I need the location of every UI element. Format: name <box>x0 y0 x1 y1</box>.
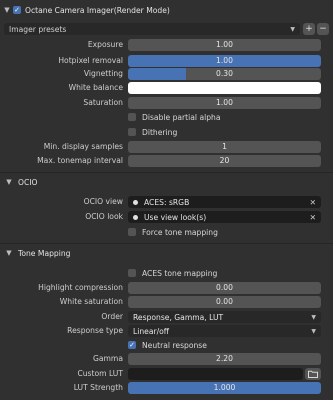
exposure-label: Exposure <box>87 40 123 49</box>
white-balance-swatch[interactable] <box>128 82 321 94</box>
ocio-look-value: Use view look(s) <box>144 212 207 222</box>
chevron-down-icon[interactable]: ▼ <box>2 6 12 14</box>
aces-tone-mapping-row[interactable]: ACES tone mapping <box>128 267 217 279</box>
saturation-label: Saturation <box>83 98 123 107</box>
clear-icon[interactable]: ✕ <box>310 213 316 222</box>
lut-strength-label: LUT Strength <box>73 383 123 392</box>
add-preset-button[interactable]: + <box>303 23 315 35</box>
divider <box>0 243 333 244</box>
white-saturation-field[interactable]: 0.00 <box>128 296 321 308</box>
ocio-view-value: ACES: sRGB <box>144 197 190 207</box>
panel-enable-checkbox[interactable]: ✓ <box>13 6 21 14</box>
exposure-field[interactable]: 1.00 <box>128 39 321 51</box>
disable-partial-alpha-checkbox[interactable] <box>128 113 136 121</box>
ocio-look-field[interactable]: Use view look(s) ✕ <box>128 211 321 223</box>
neutral-response-label: Neutral response <box>142 340 207 350</box>
ocio-title: OCIO <box>18 177 38 187</box>
dropdown-arrow-icon: ▼ <box>311 313 316 321</box>
highlight-compression-label: Highlight compression <box>38 283 123 292</box>
ocio-look-icon <box>133 214 138 220</box>
dropdown-arrow-icon: ▼ <box>311 327 316 335</box>
aces-tone-mapping-label: ACES tone mapping <box>142 268 218 278</box>
ocio-look-label: OCIO look <box>85 212 123 221</box>
neutral-response-checkbox[interactable]: ✓ <box>128 341 136 349</box>
dithering-label: Dithering <box>142 127 178 137</box>
min-display-samples-label: Min. display samples <box>43 142 123 151</box>
order-value: Response, Gamma, LUT <box>133 312 224 322</box>
gamma-field[interactable]: 2.20 <box>128 353 321 365</box>
disable-partial-alpha-label: Disable partial alpha <box>142 112 221 122</box>
gamma-label: Gamma <box>93 354 123 363</box>
force-tone-mapping-label: Force tone mapping <box>142 227 218 237</box>
order-dropdown[interactable]: Response, Gamma, LUT ▼ <box>128 311 321 323</box>
clear-icon[interactable]: ✕ <box>310 198 316 207</box>
ocio-view-label: OCIO view <box>83 197 123 206</box>
folder-icon[interactable] <box>305 368 321 380</box>
custom-lut-label: Custom LUT <box>77 369 123 378</box>
tone-mapping-section-header[interactable]: ▼ Tone Mapping <box>0 245 333 261</box>
remove-preset-button[interactable]: − <box>317 23 329 35</box>
divider <box>0 172 333 173</box>
vignetting-label: Vignetting <box>83 69 123 78</box>
dithering-row[interactable]: Dithering <box>128 126 177 138</box>
vignetting-fill <box>128 68 186 80</box>
panel-header[interactable]: ▼ ✓ Octane Camera Imager(Render Mode) <box>0 2 333 18</box>
ocio-view-icon <box>133 199 138 205</box>
response-type-label: Response type <box>67 326 123 335</box>
aces-tone-mapping-checkbox[interactable] <box>128 269 136 277</box>
white-balance-label: White balance <box>68 83 123 92</box>
force-tone-mapping-checkbox[interactable] <box>128 228 136 236</box>
max-tonemap-interval-label: Max. tonemap interval <box>37 156 123 165</box>
highlight-compression-field[interactable]: 0.00 <box>128 282 321 294</box>
panel-title: Octane Camera Imager(Render Mode) <box>25 5 170 15</box>
order-label: Order <box>101 312 123 321</box>
saturation-field[interactable]: 1.00 <box>128 97 321 109</box>
ocio-view-field[interactable]: ACES: sRGB ✕ <box>128 196 321 208</box>
imager-presets-label: Imager presets <box>9 24 67 34</box>
lut-strength-slider[interactable]: 1.000 <box>128 382 321 394</box>
response-type-dropdown[interactable]: Linear/off ▼ <box>128 325 321 337</box>
max-tonemap-interval-field[interactable]: 20 <box>128 155 321 167</box>
tone-mapping-title: Tone Mapping <box>18 248 71 258</box>
disable-partial-alpha-row[interactable]: Disable partial alpha <box>128 111 221 123</box>
chevron-down-icon[interactable]: ▼ <box>4 178 14 186</box>
dropdown-arrow-icon: ▼ <box>290 25 295 33</box>
chevron-down-icon[interactable]: ▼ <box>4 249 14 257</box>
response-type-value: Linear/off <box>133 326 170 336</box>
dithering-checkbox[interactable] <box>128 128 136 136</box>
imager-presets-dropdown[interactable]: Imager presets ▼ <box>4 23 300 35</box>
checkmark-icon: ✓ <box>129 341 135 349</box>
hotpixel-label: Hotpixel removal <box>58 56 123 65</box>
hotpixel-slider[interactable]: 1.00 <box>128 55 321 67</box>
white-saturation-label: White saturation <box>59 297 123 306</box>
vignetting-slider[interactable]: 0.30 <box>128 68 321 80</box>
force-tone-mapping-row[interactable]: Force tone mapping <box>128 226 218 238</box>
min-display-samples-field[interactable]: 1 <box>128 141 321 153</box>
ocio-section-header[interactable]: ▼ OCIO <box>0 174 333 190</box>
custom-lut-input[interactable] <box>128 368 303 380</box>
neutral-response-row[interactable]: ✓ Neutral response <box>128 339 207 351</box>
